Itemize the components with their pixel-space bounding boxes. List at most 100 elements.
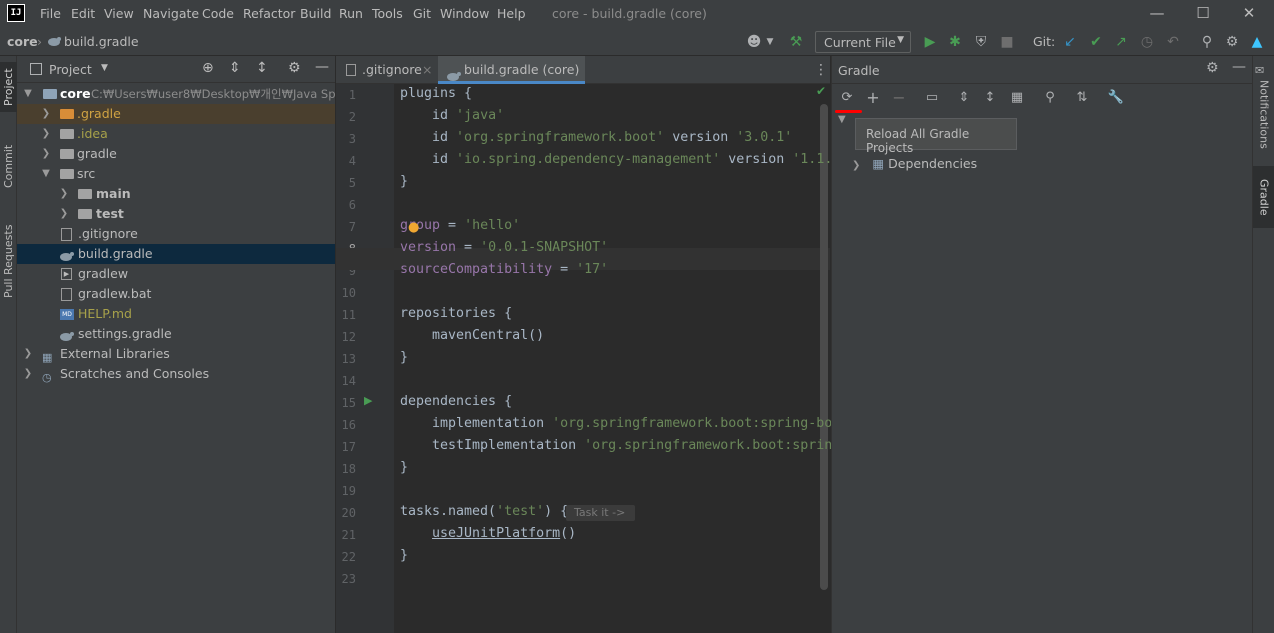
maximize-icon[interactable]: ☐ <box>1180 0 1226 28</box>
group-modules-icon[interactable]: ▦ <box>1007 88 1027 108</box>
menu-help[interactable]: Help <box>497 6 526 21</box>
tool-tab-project[interactable]: Project <box>0 62 17 112</box>
tree-item-external-libraries[interactable]: ❯ ▦ External Libraries <box>17 344 335 364</box>
code-line: sourceCompatibility = '17' <box>400 262 609 277</box>
debug-icon[interactable]: ✱ <box>946 33 964 51</box>
editor-scrollbar[interactable] <box>820 104 828 590</box>
project-panel-title[interactable]: Project <box>49 62 92 77</box>
expand-all-icon[interactable]: ⇕ <box>229 60 241 76</box>
coverage-icon[interactable]: ⛨ <box>972 33 990 51</box>
stop-icon[interactable]: ■ <box>998 33 1016 51</box>
menu-navigate[interactable]: Navigate <box>143 6 199 21</box>
gear-icon[interactable]: ⚙ <box>1206 60 1219 76</box>
line-number: 18 <box>341 462 356 476</box>
menu-file[interactable]: File <box>40 6 61 21</box>
inspection-ok-icon: ✔ <box>816 84 827 98</box>
tab-gitignore[interactable]: .gitignore × <box>336 56 436 84</box>
close-icon[interactable]: × <box>422 56 432 84</box>
user-dropdown-icon[interactable]: ▼ <box>761 33 779 51</box>
tree-label: src <box>77 166 96 181</box>
tree-item-test[interactable]: ❯ test <box>17 204 335 224</box>
run-configuration-select[interactable]: Current File ▼ <box>815 31 911 53</box>
chevron-down-icon: ▼ <box>42 168 50 179</box>
menu-code[interactable]: Code <box>202 6 234 21</box>
tree-item-idea[interactable]: ❯ .idea <box>17 124 335 144</box>
lightbulb-icon[interactable]: ● <box>408 220 419 235</box>
line-number: 2 <box>348 110 356 124</box>
reload-all-gradle-projects-icon[interactable]: ⟳ <box>837 88 857 108</box>
locate-target-icon[interactable]: ⊕ <box>202 60 214 76</box>
close-icon[interactable]: ✕ <box>1226 0 1272 28</box>
execute-task-icon[interactable]: ▭ <box>922 88 942 108</box>
settings-gear-icon[interactable]: ⚙ <box>1223 33 1241 51</box>
tree-item-core[interactable]: ▼ core C:₩Users₩user8₩Desktop₩개인₩Java Sp… <box>17 84 335 104</box>
project-panel-header: Project ▼ ⊕ ⇕ ↕ ⚙ — <box>17 56 335 83</box>
git-commit-icon[interactable]: ✔ <box>1087 33 1105 51</box>
tree-item-gradle[interactable]: ❯ gradle <box>17 144 335 164</box>
build-tool-settings-icon[interactable]: 🔧 <box>1106 88 1126 108</box>
gear-icon[interactable]: ⚙ <box>288 60 301 76</box>
hide-icon[interactable]: — <box>315 59 329 75</box>
tree-item-build-gradle[interactable]: build.gradle <box>17 244 335 264</box>
run-icon[interactable]: ▶ <box>921 33 939 51</box>
tool-tab-pull-requests[interactable]: Pull Requests <box>0 216 17 306</box>
chevron-right-icon: ❯ <box>41 108 51 119</box>
collapse-all-icon[interactable]: ↕ <box>256 60 268 76</box>
gradle-file-icon <box>47 35 61 49</box>
breadcrumb-file[interactable]: build.gradle <box>64 34 139 49</box>
hide-icon[interactable]: — <box>1232 59 1246 75</box>
tool-tab-notifications[interactable]: Notifications <box>1253 80 1274 150</box>
chevron-down-icon[interactable]: ▼ <box>838 114 846 125</box>
run-gutter-icon[interactable]: ▶ <box>364 394 372 407</box>
tree-item-gitignore[interactable]: .gitignore <box>17 224 335 244</box>
minimize-icon[interactable]: — <box>1134 0 1180 28</box>
remove-icon[interactable]: − <box>889 88 909 108</box>
collapse-all-icon[interactable]: ↕ <box>980 88 1000 108</box>
tree-item-scratches[interactable]: ❯ ◷ Scratches and Consoles <box>17 364 335 384</box>
menu-build[interactable]: Build <box>300 6 331 21</box>
chevron-right-icon: ❯ <box>23 348 33 359</box>
tool-tab-gradle[interactable]: Gradle <box>1253 166 1274 228</box>
menu-run[interactable]: Run <box>339 6 363 21</box>
code-line: } <box>400 350 409 365</box>
tab-build-gradle[interactable]: build.gradle (core) <box>438 56 585 84</box>
tree-item-gradlew-bat[interactable]: gradlew.bat <box>17 284 335 304</box>
analyze-dependencies-icon[interactable]: ⚲ <box>1040 88 1060 108</box>
chevron-down-icon[interactable]: ▼ <box>101 63 108 73</box>
menu-window[interactable]: Window <box>440 6 489 21</box>
tooltip: Reload All Gradle Projects <box>855 118 1017 155</box>
tool-tab-commit[interactable]: Commit <box>0 136 17 196</box>
code-line: useJUnitPlatform() <box>432 526 577 541</box>
search-icon[interactable]: ⚲ <box>1198 33 1216 51</box>
batch-file-icon <box>61 288 72 301</box>
tree-item-main[interactable]: ❯ main <box>17 184 335 204</box>
tree-item-settings-gradle[interactable]: settings.gradle <box>17 324 335 344</box>
jetbrains-toolbox-icon[interactable]: ▲ <box>1248 33 1266 51</box>
tree-item-src[interactable]: ▼ src <box>17 164 335 184</box>
add-icon[interactable]: + <box>863 88 883 108</box>
tree-label: .gradle <box>77 106 121 121</box>
tree-item-gradle-dir[interactable]: ❯ .gradle <box>17 104 335 124</box>
git-rollback-icon[interactable]: ↶ <box>1164 33 1182 51</box>
git-history-icon[interactable]: ◷ <box>1138 33 1156 51</box>
git-update-icon[interactable]: ↙ <box>1061 33 1079 51</box>
menu-view[interactable]: View <box>104 6 134 21</box>
divider <box>832 83 1252 84</box>
intellij-logo-icon: IJ <box>7 4 25 22</box>
gradle-tree-item-dependencies[interactable]: ❯ ▦ Dependencies <box>852 154 977 174</box>
expand-all-icon[interactable]: ⇕ <box>954 88 974 108</box>
tree-item-gradlew[interactable]: ▶ gradlew <box>17 264 335 284</box>
build-hammer-icon[interactable]: ⚒ <box>787 33 805 51</box>
tree-item-help-md[interactable]: MD HELP.md <box>17 304 335 324</box>
shell-script-icon: ▶ <box>61 268 72 280</box>
more-options-icon[interactable]: ⋮ <box>814 62 828 78</box>
menu-tools[interactable]: Tools <box>372 6 403 21</box>
menu-edit[interactable]: Edit <box>71 6 95 21</box>
breadcrumb-project[interactable]: core <box>7 34 38 49</box>
line-number: 15 <box>341 396 356 410</box>
menu-git[interactable]: Git <box>413 6 431 21</box>
menu-refactor[interactable]: Refactor <box>243 6 295 21</box>
code-line: dependencies { <box>400 394 513 409</box>
toggle-offline-icon[interactable]: ⇅ <box>1072 88 1092 108</box>
git-push-icon[interactable]: ↗ <box>1112 33 1130 51</box>
